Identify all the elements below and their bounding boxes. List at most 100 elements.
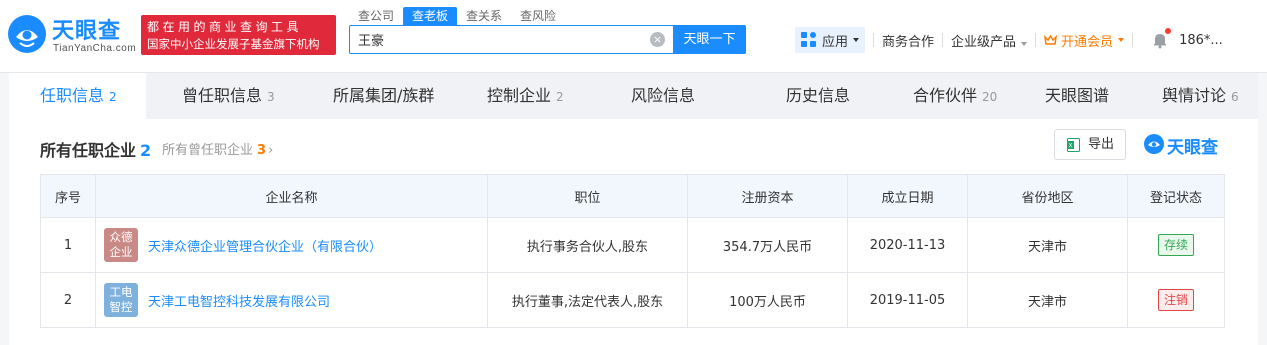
section-title-count: 2 xyxy=(140,141,152,160)
table-header-row: 序号 企业名称 职位 注册资本 成立日期 省份地区 登记状态 xyxy=(40,174,1225,218)
search-box: × 天眼一下 xyxy=(349,25,746,54)
date-cell: 2020-11-13 xyxy=(847,217,968,273)
tab-count: 6 xyxy=(1231,90,1239,104)
column-header: 序号 xyxy=(40,174,96,218)
tab-label: 任职信息 xyxy=(40,86,105,105)
logo-text: 天眼查 xyxy=(52,19,122,44)
tab-label: 舆情讨论 xyxy=(1162,86,1227,105)
tianyancha-logo[interactable]: 天眼查 TianYanCha.com xyxy=(8,13,137,59)
date-cell: 2019-11-05 xyxy=(847,272,968,328)
positions-table: 序号 企业名称 职位 注册资本 成立日期 省份地区 登记状态 1 众德 企业 天… xyxy=(40,174,1225,328)
company-logo[interactable]: 众德 企业 xyxy=(104,228,138,262)
search-tab-risk[interactable]: 查风险 xyxy=(511,7,565,25)
capital-cell: 100万人民币 xyxy=(687,272,848,328)
tab-group[interactable]: 所属集团/族群 xyxy=(333,73,434,119)
status-badge: 存续 xyxy=(1157,234,1194,256)
tab-past-positions[interactable]: 曾任职信息 3 xyxy=(182,73,275,119)
column-header: 成立日期 xyxy=(847,174,968,218)
search-tab-boss[interactable]: 查老板 xyxy=(403,7,458,25)
tianyancha-watermark: 天眼查 xyxy=(1144,133,1228,158)
status-cell: 存续 xyxy=(1127,217,1225,273)
column-header: 省份地区 xyxy=(967,174,1128,218)
tab-label: 所属集团/族群 xyxy=(333,86,435,105)
divider xyxy=(1035,33,1037,47)
vip-menu[interactable]: 开通会员 xyxy=(1044,31,1125,50)
region-cell: 天津市 xyxy=(967,217,1128,273)
tab-label: 天眼图谱 xyxy=(1045,86,1110,105)
slogan-line-2: 国家中小企业发展子基金旗下机构 xyxy=(147,37,320,51)
company-name-link[interactable]: 天津工电智控科技发展有限公司 xyxy=(148,291,330,310)
watermark-text: 天眼查 xyxy=(1167,138,1218,158)
company-cell: 工电 智控 天津工电智控科技发展有限公司 xyxy=(95,272,488,328)
clear-icon[interactable]: × xyxy=(650,32,665,47)
excel-icon: X xyxy=(1067,138,1080,152)
status-cell: 注销 xyxy=(1127,272,1225,328)
company-logo-text: 众德 xyxy=(109,230,133,244)
position-cell: 执行事务合伙人,股东 xyxy=(487,217,688,273)
chevron-right-icon: › xyxy=(268,143,274,158)
positions-card: 所有任职企业 2 所有曾任职企业 3 › X 导出 天眼查 序号 企业名称 职位… xyxy=(9,119,1258,345)
top-header: 天眼查 TianYanCha.com 都在用的商业查询工具 国家中小企业发展子基… xyxy=(0,0,1267,73)
column-header: 注册资本 xyxy=(687,174,848,218)
position-cell: 执行董事,法定代表人,股东 xyxy=(487,272,688,328)
tab-controlled-companies[interactable]: 控制企业 2 xyxy=(487,73,564,119)
column-header: 职位 xyxy=(487,174,688,218)
enterprise-products-menu[interactable]: 企业级产品 xyxy=(951,31,1028,50)
tab-count: 3 xyxy=(267,90,275,104)
column-header: 登记状态 xyxy=(1127,174,1225,218)
chevron-down-icon xyxy=(853,38,860,42)
tab-count: 2 xyxy=(109,90,117,104)
tab-count: 2 xyxy=(556,90,564,104)
past-positions-link[interactable]: 所有曾任职企业 3 › xyxy=(162,139,273,158)
user-account[interactable]: 186*... xyxy=(1179,33,1223,48)
search-button[interactable]: 天眼一下 xyxy=(673,25,746,54)
company-cell: 众德 企业 天津众德企业管理合伙企业（有限合伙） xyxy=(95,217,488,273)
tab-label: 控制企业 xyxy=(487,86,552,105)
tab-public-opinion[interactable]: 舆情讨论 6 xyxy=(1162,73,1239,119)
bell-icon[interactable] xyxy=(1151,28,1172,49)
section-title: 所有任职企业 2 xyxy=(40,137,151,161)
divider xyxy=(942,33,944,47)
chevron-down-icon xyxy=(1021,41,1028,46)
tab-history[interactable]: 历史信息 xyxy=(786,73,850,119)
search-tab-relation[interactable]: 查关系 xyxy=(457,7,511,25)
capital-cell: 354.7万人民币 xyxy=(687,217,848,273)
chevron-down-icon xyxy=(1118,38,1125,42)
table-row: 1 众德 企业 天津众德企业管理合伙企业（有限合伙） 执行事务合伙人,股东 35… xyxy=(40,217,1225,273)
apps-grid-icon xyxy=(801,32,817,48)
slogan-banner: 都在用的商业查询工具 国家中小企业发展子基金旗下机构 xyxy=(141,15,336,55)
apps-button[interactable]: 应用 xyxy=(795,27,866,53)
enterprise-products-label: 企业级产品 xyxy=(951,34,1017,50)
logo-eye-icon xyxy=(8,15,46,53)
business-cooperation-link[interactable]: 商务合作 xyxy=(882,31,934,50)
tab-partners[interactable]: 合作伙伴 20 xyxy=(913,73,997,119)
tab-label: 历史信息 xyxy=(786,86,851,105)
tab-label: 合作伙伴 xyxy=(913,86,978,105)
company-logo-text: 工电 xyxy=(109,285,133,299)
company-name-link[interactable]: 天津众德企业管理合伙企业（有限合伙） xyxy=(148,236,382,255)
company-logo[interactable]: 工电 智控 xyxy=(104,283,138,317)
region-cell: 天津市 xyxy=(967,272,1128,328)
row-index: 2 xyxy=(40,272,96,328)
export-label: 导出 xyxy=(1088,137,1115,152)
search-type-tabs: 查公司 查老板 查关系 查风险 xyxy=(349,7,565,25)
column-header: 企业名称 xyxy=(95,174,488,218)
past-positions-label: 所有曾任职企业 xyxy=(162,143,254,158)
tab-current-positions[interactable]: 任职信息 2 xyxy=(40,73,117,119)
vip-label: 开通会员 xyxy=(1061,34,1114,50)
logo-subtext: TianYanCha.com xyxy=(53,43,137,54)
search-tab-company[interactable]: 查公司 xyxy=(349,7,403,25)
crown-icon xyxy=(1044,34,1058,45)
status-badge: 注销 xyxy=(1157,289,1194,311)
search-input[interactable] xyxy=(350,26,648,53)
logo-eye-icon xyxy=(1144,134,1164,154)
table-row: 2 工电 智控 天津工电智控科技发展有限公司 执行董事,法定代表人,股东 100… xyxy=(40,272,1225,328)
divider xyxy=(873,33,875,47)
tab-graph[interactable]: 天眼图谱 xyxy=(1045,73,1109,119)
export-button[interactable]: X 导出 xyxy=(1054,129,1126,160)
row-index: 1 xyxy=(40,217,96,273)
tab-risk-info[interactable]: 风险信息 xyxy=(631,73,695,119)
slogan-line-1: 都在用的商业查询工具 xyxy=(147,20,303,34)
header-nav: 应用 商务合作 企业级产品 开通会员 186*... xyxy=(795,27,1223,53)
company-logo-text: 智控 xyxy=(109,300,133,314)
